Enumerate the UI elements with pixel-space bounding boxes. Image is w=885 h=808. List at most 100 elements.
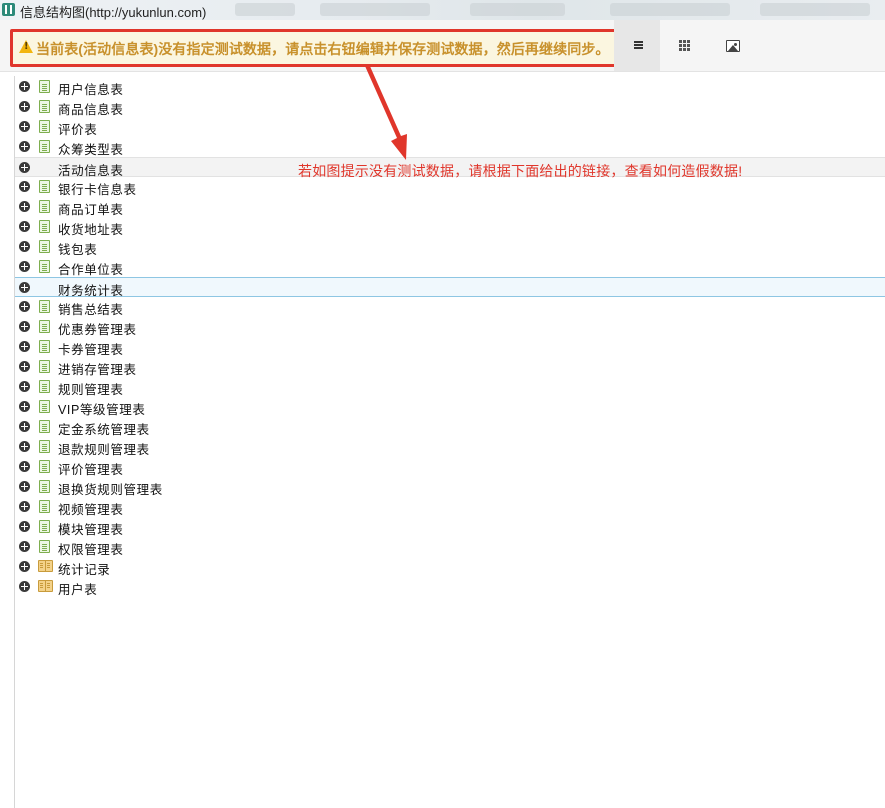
expand-icon[interactable] xyxy=(19,301,30,312)
expand-icon[interactable] xyxy=(19,282,30,293)
table-file-icon xyxy=(39,540,50,553)
tree-item-label: VIP等级管理表 xyxy=(58,403,146,417)
table-file-icon xyxy=(39,220,50,233)
expand-icon[interactable] xyxy=(19,481,30,492)
tree-row[interactable]: 财务统计表 xyxy=(15,277,885,298)
expand-icon[interactable] xyxy=(19,581,30,592)
blurred-region xyxy=(235,3,295,16)
tree-item-label: 定金系统管理表 xyxy=(58,423,150,437)
expand-icon[interactable] xyxy=(19,501,30,512)
tree-item-label: 进销存管理表 xyxy=(58,363,137,377)
tree-row[interactable]: 统计记录 xyxy=(15,557,885,577)
tree-row[interactable]: 商品信息表 xyxy=(15,97,885,117)
tree-row[interactable]: 众筹类型表 xyxy=(15,137,885,157)
tree-row[interactable]: 评价表 xyxy=(15,117,885,137)
table-file-icon xyxy=(39,340,50,353)
tree-row[interactable]: 模块管理表 xyxy=(15,517,885,537)
table-file-icon xyxy=(39,480,50,493)
table-file-icon xyxy=(39,320,50,333)
table-file-icon xyxy=(39,440,50,453)
folder-icon xyxy=(38,560,53,572)
tree-row[interactable]: 钱包表 xyxy=(15,237,885,257)
table-file-icon xyxy=(39,360,50,373)
expand-icon[interactable] xyxy=(19,101,30,112)
expand-icon[interactable] xyxy=(19,561,30,572)
tree-row[interactable]: 规则管理表 xyxy=(15,377,885,397)
table-file-icon xyxy=(39,120,50,133)
expand-icon[interactable] xyxy=(19,401,30,412)
expand-icon[interactable] xyxy=(19,421,30,432)
expand-icon[interactable] xyxy=(19,521,30,532)
tree-item-label: 用户信息表 xyxy=(58,83,124,97)
table-file-icon xyxy=(39,140,50,153)
tree-row[interactable]: 进销存管理表 xyxy=(15,357,885,377)
tree-item-label: 退款规则管理表 xyxy=(58,443,150,457)
tree-row[interactable]: 用户信息表 xyxy=(15,77,885,97)
list-view-button[interactable] xyxy=(614,20,660,71)
annotation-arrow xyxy=(365,64,407,160)
app-icon xyxy=(2,3,15,16)
expand-icon[interactable] xyxy=(19,141,30,152)
tree-row[interactable]: VIP等级管理表 xyxy=(15,397,885,417)
tree-item-label: 模块管理表 xyxy=(58,523,124,537)
expand-icon[interactable] xyxy=(19,261,30,272)
expand-icon[interactable] xyxy=(19,441,30,452)
tree-row[interactable]: 卡券管理表 xyxy=(15,337,885,357)
image-view-button[interactable] xyxy=(709,20,755,71)
table-file-icon xyxy=(39,80,50,93)
tree-item-label: 统计记录 xyxy=(58,563,111,577)
table-file-icon xyxy=(39,460,50,473)
blurred-region xyxy=(470,3,565,16)
tree-item-label: 用户表 xyxy=(58,583,98,597)
expand-icon[interactable] xyxy=(19,361,30,372)
tree-item-label: 优惠券管理表 xyxy=(58,323,137,337)
tree-item-label: 权限管理表 xyxy=(58,543,124,557)
blurred-region xyxy=(320,3,430,16)
expand-icon[interactable] xyxy=(19,162,30,173)
table-file-icon xyxy=(39,500,50,513)
list-view-icon xyxy=(634,41,643,51)
tree-row[interactable]: 收货地址表 xyxy=(15,217,885,237)
table-file-icon xyxy=(39,300,50,313)
tree-panel: 用户信息表 商品信息表 评价表 众筹类型表 活动信息表 银行卡信息表 商品订单表 收货地址表钱… xyxy=(14,76,885,808)
tree-item-label: 众筹类型表 xyxy=(58,143,124,157)
tree-row[interactable]: 销售总结表 xyxy=(15,297,885,317)
tree-row[interactable]: 商品订单表 xyxy=(15,197,885,217)
tree-item-label: 银行卡信息表 xyxy=(58,183,137,197)
tree-item-label: 收货地址表 xyxy=(58,223,124,237)
blurred-region xyxy=(760,3,870,16)
tree-item-label: 合作单位表 xyxy=(58,263,124,277)
expand-icon[interactable] xyxy=(19,321,30,332)
expand-icon[interactable] xyxy=(19,461,30,472)
tree-row[interactable]: 合作单位表 xyxy=(15,257,885,277)
warning-banner: 当前表(活动信息表)没有指定测试数据，请点击右钮编辑并保存测试数据，然后再继续同… xyxy=(10,29,632,67)
warning-text: 当前表(活动信息表)没有指定测试数据，请点击右钮编辑并保存测试数据，然后再继续同… xyxy=(36,41,610,57)
tree-row[interactable]: 定金系统管理表 xyxy=(15,417,885,437)
expand-icon[interactable] xyxy=(19,221,30,232)
tree-row[interactable]: 优惠券管理表 xyxy=(15,317,885,337)
expand-icon[interactable] xyxy=(19,341,30,352)
blurred-region xyxy=(610,3,730,16)
window-title: 信息结构图(http://yukunlun.com) xyxy=(20,5,207,20)
tree-row[interactable]: 退款规则管理表 xyxy=(15,437,885,457)
expand-icon[interactable] xyxy=(19,541,30,552)
toolbar: 当前表(活动信息表)没有指定测试数据，请点击右钮编辑并保存测试数据，然后再继续同… xyxy=(0,20,885,72)
expand-icon[interactable] xyxy=(19,181,30,192)
tree-row[interactable]: 评价管理表 xyxy=(15,457,885,477)
tree-row[interactable]: 视频管理表 xyxy=(15,497,885,517)
expand-icon[interactable] xyxy=(19,201,30,212)
expand-icon[interactable] xyxy=(19,121,30,132)
expand-icon[interactable] xyxy=(19,381,30,392)
expand-icon[interactable] xyxy=(19,81,30,92)
tree-item-label: 评价表 xyxy=(58,123,98,137)
tree-row[interactable]: 退换货规则管理表 xyxy=(15,477,885,497)
grid-view-icon xyxy=(679,40,691,52)
tree-row[interactable]: 用户表 xyxy=(15,577,885,597)
expand-icon[interactable] xyxy=(19,241,30,252)
grid-view-button[interactable] xyxy=(661,20,707,71)
table-file-icon xyxy=(39,420,50,433)
tree-row[interactable]: 权限管理表 xyxy=(15,537,885,557)
annotation-text: 若如图提示没有测试数据，请根据下面给出的链接，查看如何造假数据! xyxy=(298,163,743,179)
table-file-icon xyxy=(39,180,50,193)
folder-icon xyxy=(38,580,53,592)
